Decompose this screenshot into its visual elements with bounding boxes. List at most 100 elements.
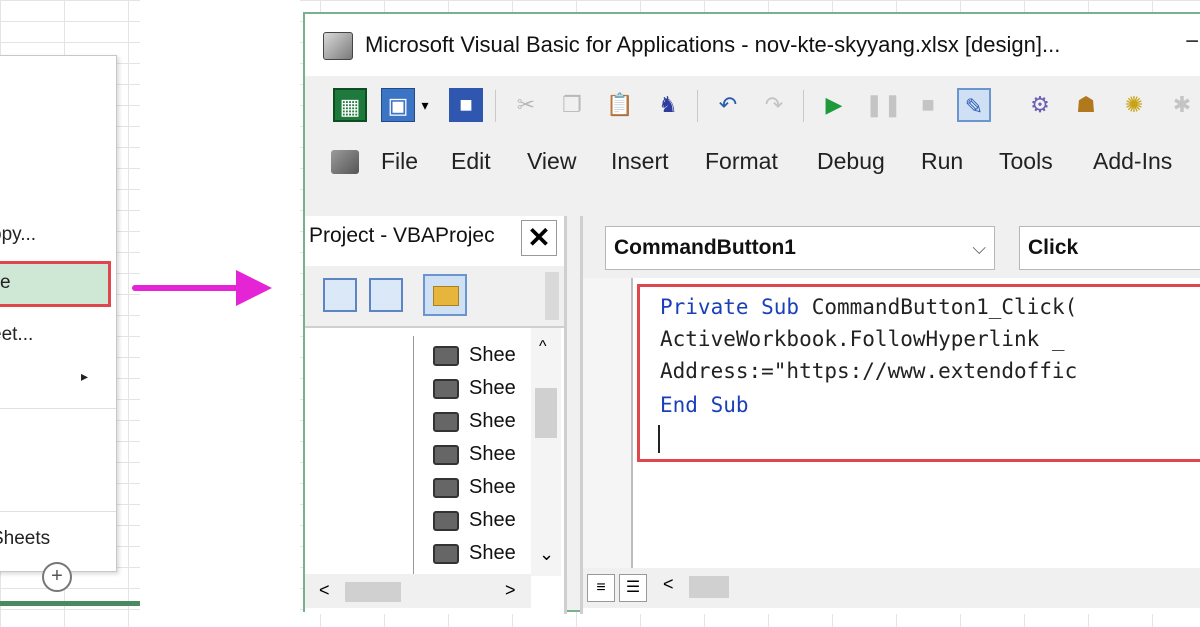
tree-item-label: Shee — [469, 509, 516, 531]
menu-add-ins[interactable]: Add-Ins — [1093, 148, 1172, 175]
scroll-right-icon[interactable]: > — [505, 580, 516, 601]
title-bar: Microsoft Visual Basic for Applications … — [305, 14, 1200, 76]
view-object-icon[interactable] — [369, 278, 403, 312]
window-title: Microsoft Visual Basic for Applications … — [365, 32, 1061, 57]
menu-tools[interactable]: Tools — [999, 148, 1053, 175]
scroll-up-icon[interactable]: ^ — [539, 338, 547, 356]
scroll-down-icon[interactable]: ⌄ — [539, 544, 554, 565]
menu-insert[interactable]: Insert — [611, 148, 669, 175]
vba-editor-window: Microsoft Visual Basic for Applications … — [303, 12, 1200, 614]
scroll-thumb[interactable] — [345, 582, 401, 602]
procedure-combobox-value: Click — [1028, 236, 1079, 259]
close-icon[interactable]: ✕ — [521, 220, 557, 256]
tree-item-sheet[interactable]: Shee — [433, 443, 516, 466]
menu-edit[interactable]: Edit — [451, 148, 491, 175]
sheet-object-icon — [433, 411, 459, 432]
reset-icon[interactable]: ■ — [911, 88, 945, 122]
code-editor[interactable]: Private Sub CommandButton1_Click( Active… — [637, 284, 1200, 462]
vba-app-icon — [323, 32, 353, 60]
view-code-icon[interactable] — [323, 278, 357, 312]
toggle-folders-icon[interactable] — [423, 274, 467, 316]
scroll-left-icon[interactable]: < — [663, 574, 674, 595]
project-explorer-panel: Project - VBAProjec ✕ Shee Shee Shee She… — [305, 216, 567, 614]
toolbar-separator — [697, 90, 698, 122]
undo-icon[interactable]: ↶ — [711, 88, 745, 122]
context-item-select-all-sheets[interactable]: Sheets — [0, 528, 50, 550]
context-item-copy[interactable]: opy... — [0, 224, 36, 246]
object-combobox[interactable]: CommandButton1 ⌵ — [605, 226, 995, 270]
code-line-4: End Sub — [660, 393, 749, 417]
code-line-3: Address:="https://www.extendoffic — [660, 359, 1077, 383]
redo-icon[interactable]: ↷ — [757, 88, 791, 122]
menu-divider — [0, 511, 116, 512]
submenu-arrow-icon: ▸ — [81, 368, 89, 384]
code-keyword: Private Sub — [660, 295, 800, 319]
text-caret — [658, 425, 660, 453]
tree-item-sheet[interactable]: Shee — [433, 377, 516, 400]
minimize-button[interactable]: − — [1185, 28, 1199, 56]
code-text: Address:="https://www.extendoffic — [660, 359, 1078, 383]
tree-item-label: Shee — [469, 410, 516, 432]
sheet-tab-bar — [0, 601, 140, 606]
run-icon[interactable]: ▶ — [817, 88, 851, 122]
vba-menu-icon[interactable] — [331, 150, 359, 174]
context-item-label: eet... — [0, 324, 34, 345]
tree-vertical-scrollbar[interactable]: ^ ⌄ — [531, 328, 561, 576]
save-icon[interactable]: ■ — [449, 88, 483, 122]
context-item-protect-sheet[interactable]: eet... — [0, 324, 33, 346]
menu-bar: File Edit View Insert Format Debug Run T… — [305, 140, 1200, 184]
sheet-object-icon — [433, 543, 459, 564]
context-item-view-code-highlight[interactable]: e — [0, 261, 111, 307]
dropdown-icon[interactable]: ▾ — [417, 88, 433, 122]
menu-run[interactable]: Run — [921, 148, 963, 175]
tree-item-label: Shee — [469, 377, 516, 399]
scroll-left-icon[interactable]: < — [319, 580, 330, 601]
tree-item-sheet[interactable]: Shee — [433, 410, 516, 433]
tree-item-sheet[interactable]: Shee — [433, 476, 516, 499]
toolbar-scroll-handle[interactable] — [545, 272, 559, 320]
paste-icon[interactable]: 📋 — [603, 88, 637, 122]
toolbar-separator — [803, 90, 804, 122]
excel-icon[interactable]: ▦ — [333, 88, 367, 122]
code-keyword: End Sub — [660, 393, 749, 417]
code-text: CommandButton1_Click( — [799, 295, 1078, 319]
menu-view[interactable]: View — [527, 148, 576, 175]
toolbar-separator — [495, 90, 496, 122]
procedure-view-icon[interactable]: ≡ — [587, 574, 615, 602]
break-icon[interactable]: ❚❚ — [865, 88, 902, 122]
cut-icon[interactable]: ✂ — [509, 88, 543, 122]
scroll-thumb[interactable] — [535, 388, 557, 438]
procedure-combobox[interactable]: Click — [1019, 226, 1200, 270]
full-module-view-icon[interactable]: ☰ — [619, 574, 647, 602]
tree-connector — [413, 336, 414, 606]
code-text: ActiveWorkbook.FollowHyperlink _ — [660, 327, 1065, 351]
tree-item-sheet[interactable]: Shee — [433, 344, 516, 367]
insert-userform-icon[interactable]: ▣ — [381, 88, 415, 122]
project-toolbar — [305, 266, 564, 328]
tree-item-sheet[interactable]: Shee — [433, 542, 516, 565]
pointer-arrow-head — [236, 270, 272, 306]
menu-file[interactable]: File — [381, 148, 418, 175]
tree-item-sheet[interactable]: Shee — [433, 509, 516, 532]
sheet-object-icon — [433, 510, 459, 531]
copy-icon[interactable]: ❐ — [555, 88, 589, 122]
toolbox-icon[interactable]: ✱ — [1165, 88, 1199, 122]
object-browser-icon[interactable]: ✺ — [1117, 88, 1151, 122]
new-sheet-icon[interactable]: + — [42, 562, 72, 592]
project-explorer-icon[interactable]: ⚙ — [1023, 88, 1057, 122]
properties-icon[interactable]: ☗ — [1069, 88, 1103, 122]
object-combobox-value: CommandButton1 — [614, 236, 796, 259]
folder-icon — [433, 286, 459, 306]
scroll-thumb[interactable] — [689, 576, 729, 598]
menu-debug[interactable]: Debug — [817, 148, 885, 175]
find-icon[interactable]: ♞ — [651, 88, 685, 122]
standard-toolbar: ▦ ▣ ▾ ■ ✂ ❐ 📋 ♞ ↶ ↷ ▶ ❚❚ ■ ✎ ⚙ ☗ ✺ ✱ — [305, 76, 1200, 136]
tree-horizontal-scrollbar[interactable]: < > — [305, 574, 531, 608]
context-item-label: e — [0, 272, 11, 293]
code-window-header: CommandButton1 ⌵ Click — [583, 216, 1200, 278]
design-mode-icon[interactable]: ✎ — [957, 88, 991, 122]
menu-format[interactable]: Format — [705, 148, 778, 175]
sheet-tab-context-menu: opy... e eet... ▸ Sheets — [0, 55, 117, 572]
code-window: CommandButton1 ⌵ Click Private Sub Comma… — [580, 216, 1200, 614]
context-item-label: opy... — [0, 224, 37, 245]
